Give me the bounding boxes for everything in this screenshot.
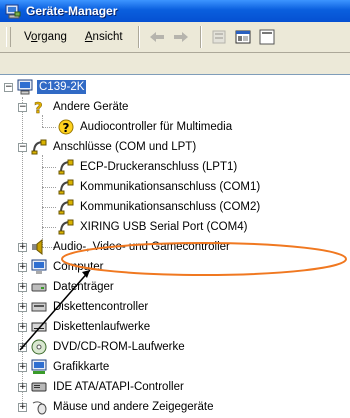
tree-branch bbox=[42, 167, 56, 168]
tree-item-audio-video[interactable]: + Audio-, Video- und Gamecontroller bbox=[18, 237, 232, 257]
device-manager-icon bbox=[5, 3, 21, 19]
tree-item-label: Datenträger bbox=[53, 281, 114, 293]
port-icon bbox=[58, 219, 74, 235]
expand-toggle[interactable]: + bbox=[18, 402, 27, 412]
tree-item-andere-geraete[interactable]: − ? Andere Geräte bbox=[18, 97, 130, 117]
tree-item-anschluesse[interactable]: − Anschlüsse (COM und LPT) bbox=[18, 137, 198, 157]
tree-item-label: Grafikkarte bbox=[53, 361, 110, 373]
menu-toolbar: Vorgang Ansicht bbox=[0, 22, 350, 53]
cdrom-icon bbox=[31, 339, 47, 355]
mouse-icon bbox=[31, 399, 47, 415]
expand-toggle[interactable]: + bbox=[18, 242, 27, 252]
toolbar-separator-2 bbox=[199, 26, 202, 48]
port-icon bbox=[58, 159, 74, 175]
tree-item-label: Diskettenlaufwerke bbox=[53, 321, 151, 333]
tree-item-label: Audiocontroller für Multimedia bbox=[80, 121, 233, 133]
tree-item-label: Computer bbox=[53, 261, 104, 273]
tree-item-com4[interactable]: XIRING USB Serial Port (COM4) bbox=[58, 217, 249, 237]
expand-toggle[interactable]: + bbox=[18, 322, 27, 332]
display-adapter-icon bbox=[31, 359, 47, 375]
question-icon: ? bbox=[31, 99, 47, 118]
tree-item-com2[interactable]: Kommunikationsanschluss (COM2) bbox=[58, 197, 262, 217]
collapse-toggle[interactable]: − bbox=[4, 82, 13, 92]
tree-item-label: Audio-, Video- und Gamecontroller bbox=[53, 241, 230, 253]
audio-icon bbox=[31, 238, 47, 256]
tree-root[interactable]: − C139-2K bbox=[4, 77, 87, 97]
toolbar-grip[interactable] bbox=[6, 27, 11, 47]
title-bar[interactable]: Geräte-Manager bbox=[0, 0, 350, 22]
toolbar-separator bbox=[137, 26, 140, 48]
tree-line-anschluesse bbox=[42, 155, 43, 247]
tree-item-label: ECP-Druckeranschluss (LPT1) bbox=[80, 161, 238, 173]
collapse-toggle[interactable]: − bbox=[18, 102, 27, 112]
tree-item-label: Kommunikationsanschluss (COM1) bbox=[80, 181, 261, 193]
tree-root-label: C139-2K bbox=[37, 80, 87, 94]
tree-item-maeuse[interactable]: + Mäuse und andere Zeigegeräte bbox=[18, 397, 215, 417]
port-icon bbox=[31, 139, 47, 155]
tree-item-lpt1[interactable]: ECP-Druckeranschluss (LPT1) bbox=[58, 157, 239, 177]
tree-item-com1[interactable]: Kommunikationsanschluss (COM1) bbox=[58, 177, 262, 197]
menu-vorgang[interactable]: Vorgang bbox=[15, 31, 76, 43]
tree-item-label: XIRING USB Serial Port (COM4) bbox=[80, 221, 248, 233]
tree-branch bbox=[42, 227, 56, 228]
expand-toggle[interactable]: + bbox=[18, 262, 27, 272]
tree-item-diskettenlaufwerke[interactable]: + Diskettenlaufwerke bbox=[18, 317, 152, 337]
forward-icon[interactable] bbox=[170, 26, 192, 48]
computer-icon bbox=[17, 79, 33, 95]
properties-icon[interactable] bbox=[208, 26, 230, 48]
tree-item-label: Kommunikationsanschluss (COM2) bbox=[80, 201, 261, 213]
tree-item-label: Mäuse und andere Zeigegeräte bbox=[53, 401, 214, 413]
device-manager-window: Geräte-Manager Vorgang Ansicht − C139-2K… bbox=[0, 0, 350, 417]
floppy-controller-icon bbox=[31, 299, 47, 315]
tree-item-label: Diskettencontroller bbox=[53, 301, 149, 313]
drive-icon bbox=[31, 279, 47, 295]
tree-branch bbox=[42, 127, 56, 128]
device-tree[interactable]: − C139-2K − ? Andere Geräte ? Audiocontr… bbox=[0, 74, 350, 417]
tree-branch bbox=[42, 187, 56, 188]
help-icon[interactable] bbox=[256, 26, 278, 48]
ide-icon bbox=[31, 379, 47, 395]
collapse-toggle[interactable]: − bbox=[18, 142, 27, 152]
expand-toggle[interactable]: + bbox=[18, 342, 27, 352]
floppy-icon bbox=[31, 319, 47, 335]
expand-toggle[interactable]: + bbox=[18, 382, 27, 392]
window-title: Geräte-Manager bbox=[26, 4, 118, 18]
tree-item-diskettencontroller[interactable]: + Diskettencontroller bbox=[18, 297, 150, 317]
svg-text:?: ? bbox=[34, 99, 43, 115]
tree-item-dvd-cdrom[interactable]: + DVD/CD-ROM-Laufwerke bbox=[18, 337, 187, 357]
expand-toggle[interactable]: + bbox=[18, 362, 27, 372]
port-icon bbox=[58, 199, 74, 215]
port-icon bbox=[58, 179, 74, 195]
expand-toggle[interactable]: + bbox=[18, 282, 27, 292]
menu-ansicht[interactable]: Ansicht bbox=[76, 31, 132, 43]
monitor-icon bbox=[31, 259, 47, 275]
tree-item-label: Anschlüsse (COM und LPT) bbox=[53, 141, 197, 153]
svg-text:?: ? bbox=[63, 121, 70, 135]
tree-item-ide[interactable]: + IDE ATA/ATAPI-Controller bbox=[18, 377, 186, 397]
tree-item-label: DVD/CD-ROM-Laufwerke bbox=[53, 341, 185, 353]
tree-item-computer[interactable]: + Computer bbox=[18, 257, 106, 277]
expand-toggle[interactable]: + bbox=[18, 302, 27, 312]
warning-device-icon: ? bbox=[58, 119, 74, 135]
tree-branch bbox=[42, 207, 56, 208]
tree-item-grafikkarte[interactable]: + Grafikkarte bbox=[18, 357, 111, 377]
tree-item-audiocontroller[interactable]: ? Audiocontroller für Multimedia bbox=[58, 117, 234, 137]
back-icon[interactable] bbox=[146, 26, 168, 48]
tree-item-label: Andere Geräte bbox=[53, 101, 129, 113]
tree-item-label: IDE ATA/ATAPI-Controller bbox=[53, 381, 184, 393]
console-icon[interactable] bbox=[232, 26, 254, 48]
tree-item-datentraeger[interactable]: + Datenträger bbox=[18, 277, 116, 297]
